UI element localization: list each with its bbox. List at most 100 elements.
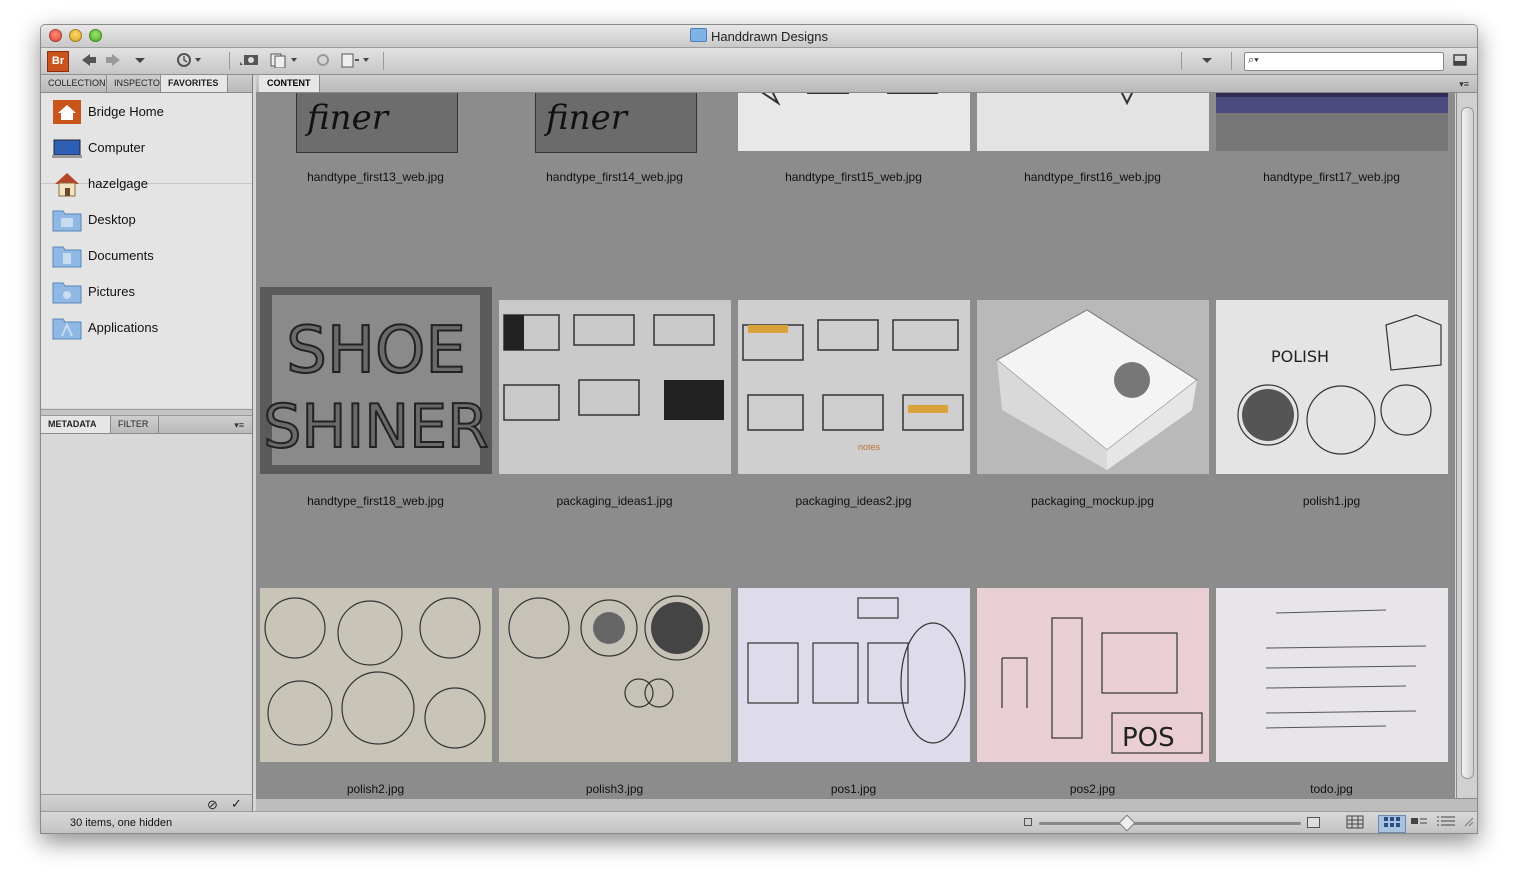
apply-check-icon[interactable]: ✓	[231, 796, 242, 812]
thumbnail-image[interactable]	[977, 93, 1209, 151]
thumbnail-image[interactable]: finer	[296, 93, 458, 153]
tab-favorites[interactable]: FAVORITES	[161, 75, 228, 92]
tab-inspector[interactable]: INSPECTO	[107, 75, 161, 92]
thumbnail-item[interactable]: packaging_mockup.jpg	[973, 281, 1212, 569]
search-box[interactable]: ⌕▾	[1244, 52, 1444, 71]
get-photos-icon[interactable]	[239, 52, 261, 70]
lock-grid-icon[interactable]	[1344, 815, 1366, 831]
thumbnail-item[interactable]: handtype_first16_web.jpg	[973, 93, 1212, 184]
thumbnail-image[interactable]: POLISH	[1216, 300, 1448, 474]
favorite-label: Applications	[88, 320, 159, 335]
folder-icon	[52, 282, 82, 304]
favorite-computer[interactable]: Computer	[41, 131, 252, 165]
horizontal-scrollbar[interactable]	[256, 798, 1477, 811]
rotate-icon[interactable]	[313, 52, 333, 70]
view-list-icon[interactable]	[1434, 815, 1458, 831]
thumbnail-item[interactable]: polish2.jpg	[256, 569, 495, 798]
thumbnail-image[interactable]: finer	[535, 93, 697, 153]
view-details-icon[interactable]	[1408, 815, 1430, 831]
vertical-scrollbar[interactable]	[1456, 93, 1477, 798]
thumbnail-image[interactable]	[260, 588, 492, 762]
small-thumbnail-icon[interactable]	[1024, 818, 1032, 826]
thumbnail-item[interactable]: todo.jpg	[1212, 569, 1451, 798]
tab-content[interactable]: CONTENT	[259, 75, 320, 92]
svg-text:finer: finer	[304, 98, 390, 138]
favorite-pictures[interactable]: Pictures	[41, 275, 252, 309]
thumbnail-item[interactable]: polish3.jpg	[495, 569, 734, 798]
bridge-logo-icon[interactable]: Br	[47, 51, 69, 72]
thumbnail-image[interactable]	[738, 93, 970, 151]
large-thumbnail-icon[interactable]	[1307, 817, 1320, 828]
thumbnail-image[interactable]	[499, 300, 731, 474]
thumbnail-image[interactable]: notes	[738, 300, 970, 474]
left-panel: COLLECTION INSPECTO FAVORITES Bridge Hom…	[41, 75, 253, 817]
thumbnail-item[interactable]: POS pos2.jpg	[973, 569, 1212, 798]
thumbnail-caption: polish2.jpg	[346, 782, 405, 796]
panel-menu-icon[interactable]: ▾≡	[1459, 79, 1469, 90]
thumbnail-image[interactable]: SHOE SHINER	[260, 287, 492, 474]
resize-grip-icon[interactable]	[1461, 815, 1475, 831]
thumbnail-image[interactable]	[1216, 588, 1448, 762]
scrollbar-thumb[interactable]	[1461, 107, 1474, 779]
tab-collections[interactable]: COLLECTION	[41, 75, 107, 92]
thumbnail-item[interactable]: finer handtype_first14_web.jpg	[495, 93, 734, 184]
svg-text:SHOE: SHOE	[286, 314, 466, 388]
thumbnail-caption: handtype_first13_web.jpg	[307, 170, 444, 184]
thumbnail-caption: polish3.jpg	[585, 782, 644, 796]
favorite-applications[interactable]: Applications	[41, 311, 252, 345]
metadata-panel-tabs: METADATA FILTER ▾≡	[41, 416, 252, 434]
favorite-documents[interactable]: Documents	[41, 239, 252, 273]
thumbnail-item[interactable]: POLISH polish1.jpg	[1212, 281, 1451, 569]
favorites-list: Bridge Home Computer hazelgage Desktop D…	[41, 93, 252, 408]
tab-metadata[interactable]: METADATA	[41, 416, 111, 433]
favorite-desktop[interactable]: Desktop	[41, 203, 252, 237]
history-dropdown-icon[interactable]	[133, 52, 147, 70]
favorite-hazelgage[interactable]: hazelgage	[41, 167, 252, 201]
panel-menu-icon[interactable]: ▾≡	[234, 420, 244, 431]
thumbnail-caption: pos2.jpg	[1069, 782, 1116, 796]
thumbnail-item[interactable]: handtype_first15_web.jpg	[734, 93, 973, 184]
thumbnail-item[interactable]: SHOE SHINER handtype_first18_web.jpg	[256, 281, 495, 569]
content-panel-tabs: CONTENT ▾≡	[256, 75, 1477, 93]
search-input[interactable]	[1267, 53, 1441, 70]
favorite-label: Pictures	[88, 284, 135, 299]
thumbnail-item[interactable]: notes packaging_ideas2.jpg	[734, 281, 973, 569]
thumbnail-caption: polish1.jpg	[1302, 494, 1361, 508]
open-in-camera-raw-icon[interactable]	[339, 52, 373, 70]
thumbnail-size-slider-knob[interactable]	[1118, 814, 1136, 832]
thumbnail-caption: handtype_first15_web.jpg	[785, 170, 922, 184]
favorite-bridge-home[interactable]: Bridge Home	[41, 95, 252, 129]
thumbnail-size-slider[interactable]	[1039, 822, 1301, 825]
bridge-window: Handdrawn Designs Br ⌕▾ COLLECTION INSPE…	[40, 24, 1478, 834]
thumbnail-image[interactable]	[499, 588, 731, 762]
thumbnail-item[interactable]: handtype_first17_web.jpg	[1212, 93, 1451, 184]
thumbnail-caption: packaging_ideas2.jpg	[795, 494, 912, 508]
home-icon	[55, 173, 79, 197]
thumbnail-image[interactable]	[977, 300, 1209, 474]
workspace-dropdown-icon[interactable]	[1199, 52, 1215, 70]
back-arrow-icon[interactable]	[79, 52, 99, 70]
tab-filter[interactable]: FILTER	[111, 416, 159, 433]
thumbnail-item[interactable]: packaging_ideas1.jpg	[495, 281, 734, 569]
refine-icon[interactable]	[269, 52, 301, 70]
view-thumbnails-icon[interactable]	[1378, 815, 1406, 833]
compact-mode-icon[interactable]	[1451, 52, 1469, 70]
thumbnail-image[interactable]	[738, 588, 970, 762]
thumbnail-image[interactable]	[1216, 93, 1448, 151]
thumbnail-item[interactable]: pos1.jpg	[734, 569, 973, 798]
recent-files-icon[interactable]	[175, 52, 203, 70]
thumbnail-caption: packaging_ideas1.jpg	[556, 494, 673, 508]
favorite-label: Desktop	[88, 212, 136, 227]
thumbnail-caption: pos1.jpg	[830, 782, 877, 796]
forward-arrow-icon[interactable]	[103, 52, 123, 70]
window-title: Handdrawn Designs	[41, 28, 1477, 44]
thumbnail-item[interactable]: finer handtype_first13_web.jpg	[256, 93, 495, 184]
thumbnail-image[interactable]: POS	[977, 588, 1209, 762]
thumbnail-caption: todo.jpg	[1310, 782, 1353, 796]
folder-icon	[52, 210, 82, 232]
left-panel-tabs: COLLECTION INSPECTO FAVORITES	[41, 75, 252, 93]
panel-splitter[interactable]	[41, 409, 252, 416]
search-icon: ⌕▾	[1248, 54, 1259, 66]
status-bar: 30 items, one hidden	[41, 811, 1477, 833]
thumbnail-caption: handtype_first14_web.jpg	[546, 170, 683, 184]
